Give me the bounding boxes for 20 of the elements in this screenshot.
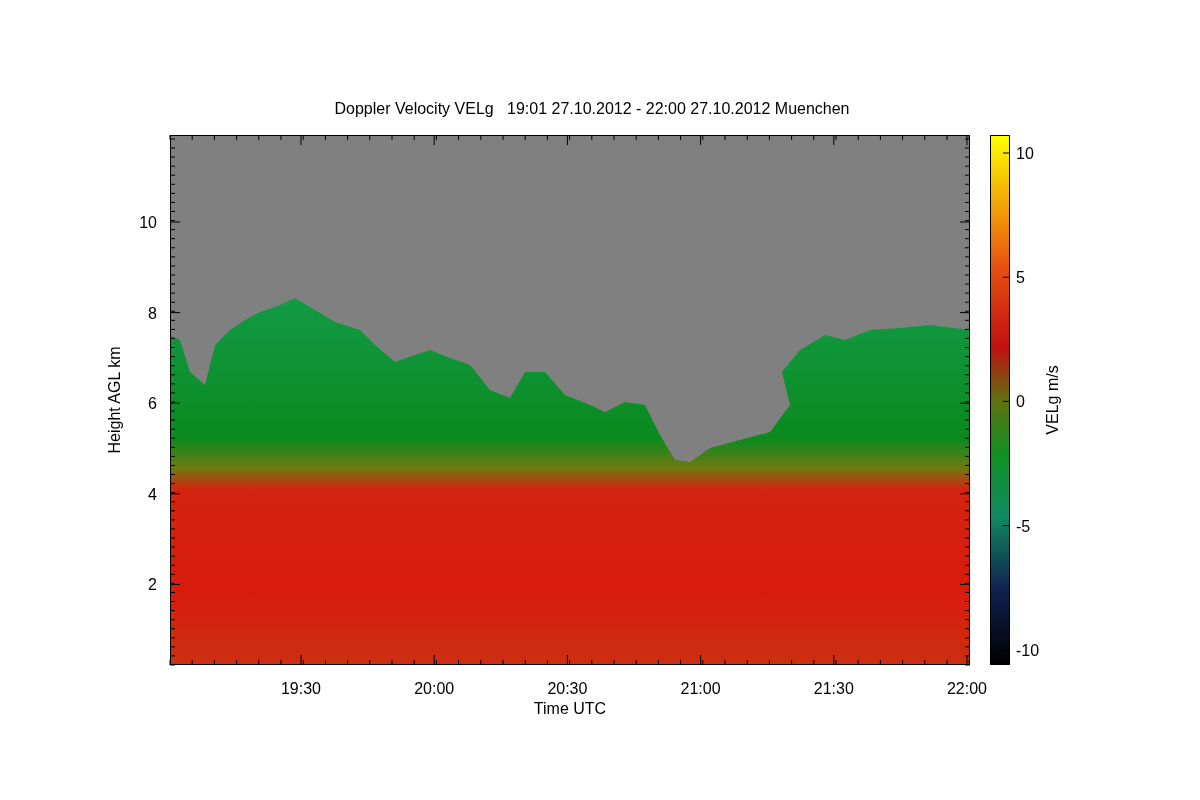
x-axis-label: Time UTC <box>533 700 607 717</box>
x-tick-label: 19:30 <box>281 680 321 697</box>
colorbar-tick-label: 0 <box>1016 393 1025 411</box>
y-tick-label: 2 <box>148 576 157 594</box>
colorbar-tick-label: 5 <box>1016 269 1025 287</box>
y-tick-label: 6 <box>148 395 157 413</box>
x-tick-label: 22:00 <box>947 680 987 697</box>
x-tick-label: 21:00 <box>680 680 721 697</box>
colorbar-tick-label: -10 <box>1016 641 1040 659</box>
y-tick-label: 8 <box>148 304 157 322</box>
colorbar-tick-label: 10 <box>1016 145 1034 162</box>
chart-title: Doppler Velocity VELg 19:01 27.10.2012 - 22:00 27.10.2012 Muenchen <box>334 100 850 117</box>
x-tick-label: 21:30 <box>813 680 854 697</box>
y-axis-label: Height AGL km <box>106 346 123 454</box>
x-tick-label: 20:00 <box>414 680 455 697</box>
y-tick-label: 4 <box>148 485 157 503</box>
y-tick-label: 10 <box>139 214 157 231</box>
colorbar-tick-label: -5 <box>1016 517 1031 535</box>
x-tick-label: 20:30 <box>547 680 588 697</box>
colorbar-label: VELg m/s <box>1044 365 1061 435</box>
